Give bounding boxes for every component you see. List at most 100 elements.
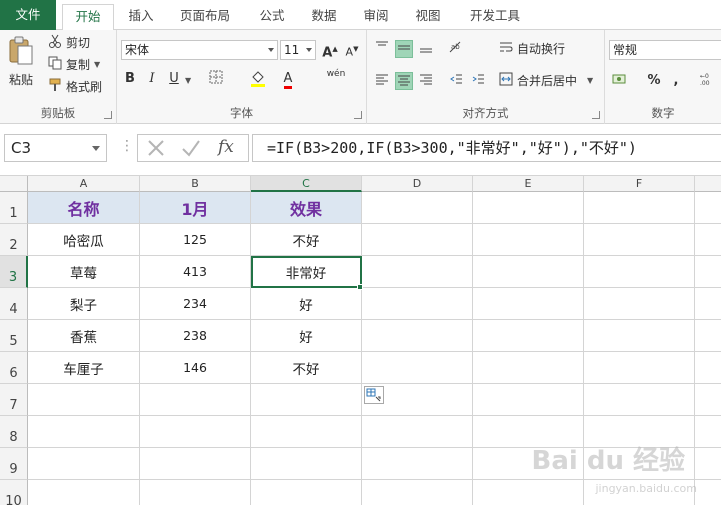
name-box[interactable]: C3 [4, 134, 107, 162]
tab-developer[interactable]: 开发工具 [462, 4, 528, 30]
orientation-button[interactable]: ab [447, 40, 465, 58]
tab-data[interactable]: 数据 [302, 4, 346, 30]
number-format-select[interactable]: 常规 [609, 40, 721, 60]
format-painter-button[interactable]: 格式刷 [48, 78, 102, 95]
cell-b7[interactable] [140, 384, 251, 416]
underline-button[interactable]: U [165, 70, 183, 88]
row-header-7[interactable]: 7 [0, 384, 28, 416]
tab-insert[interactable]: 插入 [118, 4, 164, 30]
font-size-select[interactable]: 11 [280, 40, 316, 60]
cell-b6[interactable]: 146 [140, 352, 251, 384]
column-header-a[interactable]: A [28, 176, 140, 192]
align-left-button[interactable] [373, 72, 391, 90]
chevron-down-icon[interactable]: ▼ [185, 76, 191, 85]
cell-g8[interactable] [695, 416, 721, 448]
cell-a7[interactable] [28, 384, 140, 416]
decrease-indent-button[interactable] [447, 72, 465, 90]
insert-function-button[interactable]: fx [218, 137, 234, 157]
cell-a8[interactable] [28, 416, 140, 448]
align-top-button[interactable] [373, 40, 391, 58]
cell-c4[interactable]: 好 [251, 288, 362, 320]
quick-analysis-icon[interactable] [364, 386, 384, 404]
cell-f4[interactable] [584, 288, 695, 320]
cell-c6[interactable]: 不好 [251, 352, 362, 384]
row-header-1[interactable]: 1 [0, 192, 28, 224]
cell-e2[interactable] [473, 224, 584, 256]
cell-c5[interactable]: 好 [251, 320, 362, 352]
cell-d9[interactable] [362, 448, 473, 480]
cell-e4[interactable] [473, 288, 584, 320]
align-bottom-button[interactable] [417, 40, 435, 58]
align-center-button[interactable] [395, 72, 413, 90]
row-header-4[interactable]: 4 [0, 288, 28, 320]
tab-review[interactable]: 审阅 [354, 4, 398, 30]
cell-a3[interactable]: 草莓 [28, 256, 140, 288]
cell-a10[interactable] [28, 480, 140, 505]
cell-d10[interactable] [362, 480, 473, 505]
tab-file[interactable]: 文件 [0, 0, 56, 30]
cell-d8[interactable] [362, 416, 473, 448]
accounting-format-button[interactable] [611, 72, 629, 90]
cell-g7[interactable] [695, 384, 721, 416]
font-name-select[interactable]: 宋体 [121, 40, 278, 60]
copy-button[interactable]: 复制 ▼ [48, 56, 100, 73]
cell-d5[interactable] [362, 320, 473, 352]
cell-b8[interactable] [140, 416, 251, 448]
column-header-c[interactable]: C [251, 176, 362, 192]
formula-input[interactable]: =IF(B3>200,IF(B3>300,"非常好","好"),"不好") [252, 134, 721, 162]
merge-center-button[interactable]: 合并后居中 ▼ [499, 72, 593, 89]
cell-c3[interactable]: 非常好 [251, 256, 362, 288]
cell-d2[interactable] [362, 224, 473, 256]
tab-formulas[interactable]: 公式 [250, 4, 294, 30]
cell-a1[interactable]: 名称 [28, 192, 140, 224]
cancel-icon[interactable] [146, 137, 166, 162]
comma-style-button[interactable]: , [667, 72, 685, 90]
alignment-launcher-icon[interactable] [592, 111, 600, 119]
cell-b4[interactable]: 234 [140, 288, 251, 320]
row-header-8[interactable]: 8 [0, 416, 28, 448]
cell-a2[interactable]: 哈密瓜 [28, 224, 140, 256]
cell-g2[interactable] [695, 224, 721, 256]
column-header-f[interactable]: F [584, 176, 695, 192]
cell-e10[interactable] [473, 480, 584, 505]
align-middle-button[interactable] [395, 40, 413, 58]
cut-button[interactable]: 剪切 [48, 34, 90, 51]
cell-b9[interactable] [140, 448, 251, 480]
cell-g6[interactable] [695, 352, 721, 384]
cell-g3[interactable] [695, 256, 721, 288]
font-color-button[interactable]: A [279, 70, 297, 89]
row-header-6[interactable]: 6 [0, 352, 28, 384]
column-header-e[interactable]: E [473, 176, 584, 192]
cell-a6[interactable]: 车厘子 [28, 352, 140, 384]
cell-f3[interactable] [584, 256, 695, 288]
row-header-3[interactable]: 3 [0, 256, 28, 288]
phonetic-button[interactable]: wén [323, 70, 349, 88]
cell-c8[interactable] [251, 416, 362, 448]
cell-c9[interactable] [251, 448, 362, 480]
cell-c2[interactable]: 不好 [251, 224, 362, 256]
shrink-font-button[interactable]: A▼ [343, 40, 361, 59]
cell-f6[interactable] [584, 352, 695, 384]
paste-button[interactable]: 粘贴 [8, 36, 34, 88]
italic-button[interactable]: I [143, 70, 161, 88]
wrap-text-button[interactable]: 自动换行 [499, 40, 565, 57]
font-launcher-icon[interactable] [354, 111, 362, 119]
cell-g4[interactable] [695, 288, 721, 320]
cell-g10[interactable] [695, 480, 721, 505]
cell-c1[interactable]: 效果 [251, 192, 362, 224]
row-header-9[interactable]: 9 [0, 448, 28, 480]
column-header-d[interactable]: D [362, 176, 473, 192]
cell-d1[interactable] [362, 192, 473, 224]
borders-button[interactable] [207, 70, 225, 88]
cell-f5[interactable] [584, 320, 695, 352]
cell-b10[interactable] [140, 480, 251, 505]
cell-b5[interactable]: 238 [140, 320, 251, 352]
formula-bar-grip-icon[interactable]: ⋮ [120, 138, 134, 158]
row-header-10[interactable]: 10 [0, 480, 28, 505]
cell-a5[interactable]: 香蕉 [28, 320, 140, 352]
cell-d4[interactable] [362, 288, 473, 320]
row-header-5[interactable]: 5 [0, 320, 28, 352]
align-right-button[interactable] [417, 72, 435, 90]
clipboard-launcher-icon[interactable] [104, 111, 112, 119]
cell-b2[interactable]: 125 [140, 224, 251, 256]
